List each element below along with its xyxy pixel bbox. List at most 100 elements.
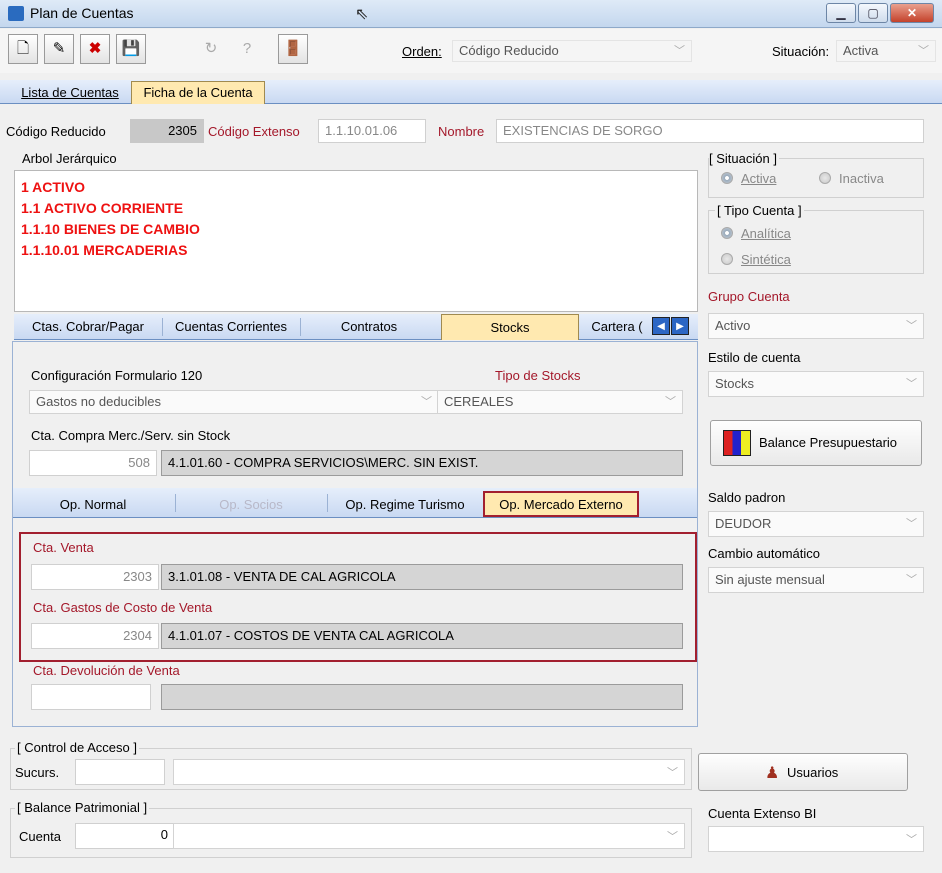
orden-select[interactable]: Código Reducido ﹀ bbox=[452, 40, 692, 62]
radio-activa[interactable] bbox=[721, 172, 733, 184]
tab-divider bbox=[300, 318, 301, 336]
sucursal-field[interactable] bbox=[75, 759, 165, 785]
tipo-stocks-value: CEREALES bbox=[444, 394, 514, 409]
main-tab-bar: Lista de Cuentas Ficha de la Cuenta bbox=[0, 80, 942, 104]
cambio-automatico-value: Sin ajuste mensual bbox=[715, 572, 825, 587]
situacion-select-value: Activa bbox=[843, 43, 879, 58]
balance-patrimonial-group-label: [ Balance Patrimonial ] bbox=[15, 800, 150, 815]
tab-lista-de-cuentas[interactable]: Lista de Cuentas bbox=[12, 82, 128, 104]
arbol-line[interactable]: 1 ACTIVO bbox=[21, 177, 200, 198]
tab-op-mercado-externo[interactable]: Op. Mercado Externo bbox=[483, 491, 639, 517]
tipo-cuenta-group: [ Tipo Cuenta ] Analítica Sintética bbox=[708, 203, 924, 274]
highlight-frame bbox=[19, 532, 697, 662]
orden-label: Orden: bbox=[402, 44, 442, 59]
usuarios-button[interactable]: ♟ Usuarios bbox=[698, 753, 908, 791]
tab-op-regime-turismo[interactable]: Op. Regime Turismo bbox=[329, 494, 481, 516]
sub-tab-bar: Ctas. Cobrar/Pagar Cuentas Corrientes Co… bbox=[14, 314, 698, 340]
control-acceso-group-label: [ Control de Acceso ] bbox=[15, 740, 139, 755]
codigo-reducido-field[interactable]: 2305 bbox=[130, 119, 204, 143]
nombre-field[interactable]: EXISTENCIAS DE SORGO bbox=[496, 119, 924, 143]
tab-contratos[interactable]: Contratos bbox=[302, 316, 436, 338]
cta-devolucion-code-field[interactable] bbox=[31, 684, 151, 710]
chevron-down-icon: ﹀ bbox=[906, 378, 917, 390]
saldo-padron-select[interactable]: DEUDOR ﹀ bbox=[708, 511, 924, 537]
tipo-stocks-label: Tipo de Stocks bbox=[495, 368, 581, 383]
usuarios-label: Usuarios bbox=[787, 765, 839, 780]
tab-ctas-cobrar-pagar[interactable]: Ctas. Cobrar/Pagar bbox=[14, 316, 162, 338]
situacion-select[interactable]: Activa ﹀ bbox=[836, 40, 936, 62]
radio-analitica[interactable] bbox=[721, 227, 733, 239]
tab-scroll-right-button[interactable]: ▶ bbox=[671, 317, 689, 335]
arbol-line[interactable]: 1.1 ACTIVO CORRIENTE bbox=[21, 198, 200, 219]
balance-presupuestario-button[interactable]: Balance Presupuestario bbox=[710, 420, 922, 466]
maximize-button[interactable]: ▢ bbox=[858, 3, 888, 23]
chevron-down-icon: ﹀ bbox=[421, 396, 432, 408]
estilo-cuenta-select[interactable]: Stocks ﹀ bbox=[708, 371, 924, 397]
tab-op-socios[interactable]: Op. Socios bbox=[177, 494, 325, 516]
config-formulario-label: Configuración Formulario 120 bbox=[31, 368, 203, 383]
chevron-down-icon: ﹀ bbox=[665, 396, 676, 408]
minimize-button[interactable]: ▁ bbox=[826, 3, 856, 23]
tab-op-normal[interactable]: Op. Normal bbox=[13, 494, 173, 516]
tab-stocks[interactable]: Stocks bbox=[441, 314, 579, 340]
title-bar: Plan de Cuentas ⇖ ▁ ▢ ✕ bbox=[0, 0, 942, 28]
estilo-cuenta-label: Estilo de cuenta bbox=[708, 350, 801, 365]
radio-activa-label: Activa bbox=[741, 171, 777, 186]
codigo-extenso-field[interactable]: 1.1.10.01.06 bbox=[318, 119, 426, 143]
grupo-cuenta-value: Activo bbox=[715, 318, 751, 333]
sucursal-label: Sucurs. bbox=[15, 765, 60, 780]
compra-code-field[interactable]: 508 bbox=[29, 450, 157, 476]
cuenta-extenso-bi-select[interactable]: ﹀ bbox=[708, 826, 924, 852]
chevron-down-icon: ﹀ bbox=[906, 574, 917, 586]
arbol-line[interactable]: 1.1.10.01 MERCADERIAS bbox=[21, 240, 200, 261]
sucursal-select[interactable]: ﹀ bbox=[173, 759, 685, 785]
codigo-reducido-label: Código Reducido bbox=[6, 124, 106, 139]
cuenta-label: Cuenta bbox=[19, 829, 61, 844]
chevron-down-icon: ﹀ bbox=[906, 320, 917, 332]
help-icon[interactable]: ? bbox=[232, 34, 262, 64]
radio-sintetica[interactable] bbox=[721, 253, 733, 265]
chevron-down-icon: ﹀ bbox=[906, 834, 917, 846]
arbol-line[interactable]: 1.1.10 BIENES DE CAMBIO bbox=[21, 219, 200, 240]
chevron-down-icon: ﹀ bbox=[918, 45, 929, 57]
tipo-stocks-select[interactable]: CEREALES ﹀ bbox=[437, 390, 683, 414]
cuenta-extenso-bi-label: Cuenta Extenso BI bbox=[708, 806, 817, 821]
cta-devolucion-label: Cta. Devolución de Venta bbox=[33, 663, 180, 678]
tab-scroll-left-button[interactable]: ◀ bbox=[652, 317, 670, 335]
delete-document-icon[interactable]: ✖ bbox=[80, 34, 110, 64]
cuenta-field[interactable]: 0 bbox=[75, 823, 175, 849]
cuenta-select[interactable]: ﹀ bbox=[173, 823, 685, 849]
undo-icon[interactable]: ↻ bbox=[196, 34, 226, 64]
save-icon[interactable]: 💾 bbox=[116, 34, 146, 64]
tipo-cuenta-group-label: [ Tipo Cuenta ] bbox=[715, 203, 804, 218]
cambio-automatico-select[interactable]: Sin ajuste mensual ﹀ bbox=[708, 567, 924, 593]
grupo-cuenta-select[interactable]: Activo ﹀ bbox=[708, 313, 924, 339]
edit-document-icon[interactable]: ✎ bbox=[44, 34, 74, 64]
grupo-cuenta-label: Grupo Cuenta bbox=[708, 289, 790, 304]
radio-inactiva-label: Inactiva bbox=[839, 171, 884, 186]
compra-label: Cta. Compra Merc./Serv. sin Stock bbox=[31, 428, 231, 443]
radio-inactiva[interactable] bbox=[819, 172, 831, 184]
saldo-padron-label: Saldo padron bbox=[708, 490, 786, 505]
chevron-down-icon: ﹀ bbox=[906, 518, 917, 530]
chevron-down-icon: ﹀ bbox=[667, 831, 678, 843]
tab-divider bbox=[327, 494, 328, 512]
balance-patrimonial-group: [ Balance Patrimonial ] Cuenta 0 ﹀ bbox=[10, 800, 692, 858]
balance-presupuestario-label: Balance Presupuestario bbox=[759, 435, 898, 450]
nombre-label: Nombre bbox=[438, 124, 485, 139]
config-formulario-value: Gastos no deducibles bbox=[36, 394, 162, 409]
arbol-label: Arbol Jerárquico bbox=[22, 151, 117, 166]
new-document-icon[interactable]: 🗋 bbox=[8, 34, 38, 64]
exit-door-icon[interactable]: 🚪 bbox=[278, 34, 308, 64]
tab-divider bbox=[175, 494, 176, 512]
tab-cartera[interactable]: Cartera ( bbox=[582, 316, 652, 338]
config-formulario-select[interactable]: Gastos no deducibles ﹀ bbox=[29, 390, 439, 414]
op-tab-bar: Op. Normal Op. Socios Op. Regime Turismo… bbox=[13, 488, 697, 518]
tab-cuentas-corrientes[interactable]: Cuentas Corrientes bbox=[164, 316, 298, 338]
stocks-panel: Configuración Formulario 120 Gastos no d… bbox=[12, 341, 698, 727]
chevron-down-icon: ﹀ bbox=[674, 45, 685, 57]
tab-ficha-de-la-cuenta[interactable]: Ficha de la Cuenta bbox=[131, 81, 265, 104]
arbol-tree[interactable]: 1 ACTIVO 1.1 ACTIVO CORRIENTE 1.1.10 BIE… bbox=[14, 170, 698, 312]
app-icon bbox=[8, 6, 24, 21]
close-button[interactable]: ✕ bbox=[890, 3, 934, 23]
